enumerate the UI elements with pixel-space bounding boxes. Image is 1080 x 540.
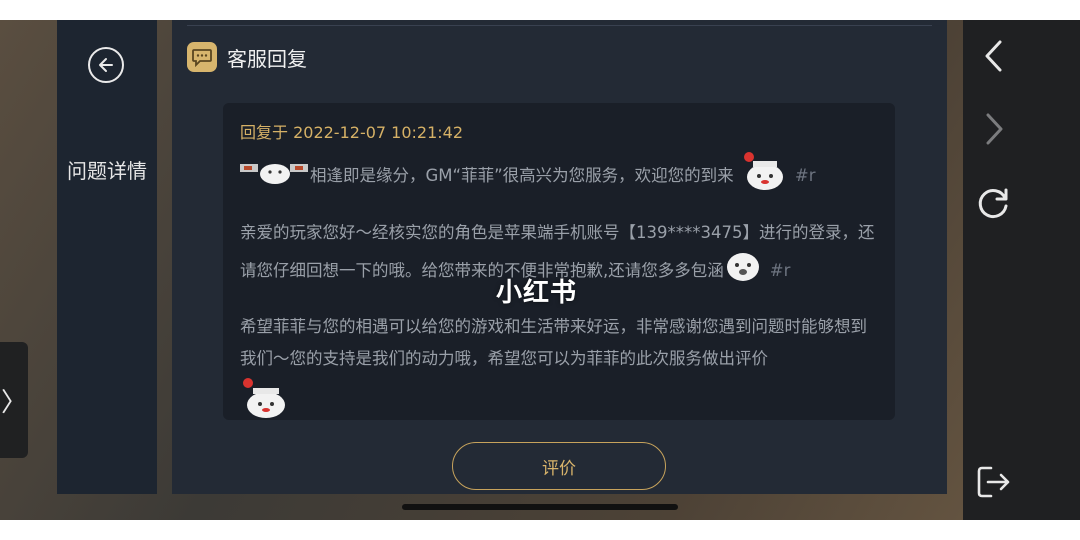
reply-text-1: 相逢即是缘分，GM“菲菲”很高兴为您服务，欢迎您的到来 [310,166,734,185]
exit-icon [977,466,1010,498]
chevron-left-icon [985,40,1002,72]
sticker-icon [739,149,787,204]
refresh-icon [978,188,1008,219]
forward-nav-button[interactable] [976,111,1012,147]
back-nav-button[interactable] [976,38,1012,74]
watermark: 小红书 [496,278,578,308]
chat-bubble-icon [187,42,217,72]
chevron-right-icon: 〉 [0,387,27,418]
expand-drawer-tab[interactable]: 〉 [0,342,28,458]
refresh-button[interactable] [976,185,1012,221]
reply-paragraph-1: 相逢即是缘分，GM“菲菲”很高兴为您服务，欢迎您的到来 #r [240,149,880,204]
divider [187,25,932,26]
home-indicator[interactable] [402,504,678,510]
back-circle-icon [99,58,113,72]
reply-panel: 客服回复 回复于 2022-12-07 10:21:42 相逢即是缘分，GM“菲… [172,20,947,494]
exit-button[interactable] [976,464,1012,500]
reply-timestamp: 回复于 2022-12-07 10:21:42 [240,123,464,142]
rate-button[interactable]: 评价 [452,442,666,490]
game-screen: 〉 问题详情 客服回复 回复于 2022-12-07 10:21:42 相逢即是… [0,20,1080,520]
back-button[interactable] [88,47,124,83]
panel-title: 客服回复 [227,46,307,71]
panel-header: 客服回复 [187,42,307,72]
right-toolbar [963,20,1080,520]
side-nav-title: 问题详情 [67,159,147,183]
reply-paragraph-3: 希望菲菲与您的相遇可以给您的游戏和生活带来好运，非常感谢您遇到问题时能够想到我们… [240,311,880,432]
reply-text-3: 希望菲菲与您的相遇可以给您的游戏和生活带来好运，非常感谢您遇到问题时能够想到我们… [240,317,867,368]
reply-tag-2: #r [769,261,791,280]
sticker-icon [724,249,762,294]
side-nav: 问题详情 [57,20,157,494]
sticker-icon [240,375,290,432]
chevron-right-icon [986,113,1003,145]
reply-card: 回复于 2022-12-07 10:21:42 相逢即是缘分，GM“菲菲”很高兴… [223,103,895,420]
sticker-icon [240,156,310,197]
reply-tag-1: #r [794,166,816,185]
